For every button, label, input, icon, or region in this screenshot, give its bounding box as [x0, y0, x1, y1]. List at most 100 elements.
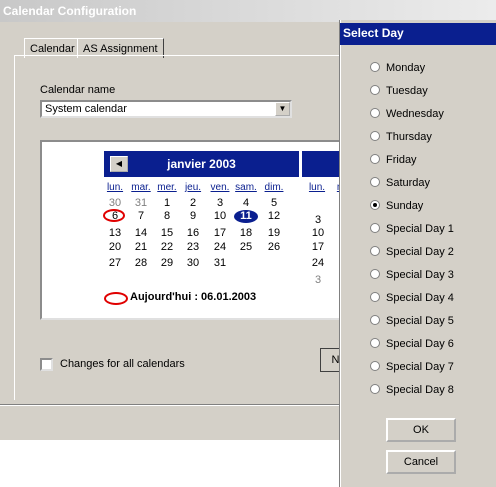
- day-option-label: Special Day 1: [386, 223, 454, 235]
- ok-button[interactable]: OK: [386, 418, 456, 442]
- radio-icon[interactable]: [370, 223, 380, 234]
- calendar-day[interactable]: 24: [306, 257, 330, 270]
- weekday-header: dim.: [264, 182, 284, 193]
- calendar-day[interactable]: 21: [129, 241, 153, 254]
- radio-icon[interactable]: [370, 200, 380, 211]
- radio-icon[interactable]: [370, 361, 380, 372]
- calendar-day[interactable]: 29: [155, 257, 179, 270]
- calendar-day[interactable]: 2: [181, 197, 205, 210]
- calendar-day[interactable]: 3: [306, 214, 330, 227]
- calendar-day[interactable]: 31: [129, 197, 153, 210]
- today-ring-icon: [103, 209, 125, 222]
- calendar-day[interactable]: 26: [262, 241, 286, 254]
- calendar-day[interactable]: 17: [306, 241, 330, 254]
- radio-icon[interactable]: [370, 292, 380, 303]
- calendar-day[interactable]: 3: [208, 197, 232, 210]
- day-option[interactable]: Wednesday: [370, 106, 444, 122]
- calendar-day[interactable]: 8: [155, 210, 179, 223]
- dropdown-arrow-icon[interactable]: ▼: [275, 102, 290, 116]
- calendar-day[interactable]: 17: [208, 227, 232, 240]
- day-option-label: Special Day 3: [386, 269, 454, 281]
- select-day-title: Select Day: [340, 23, 496, 45]
- calendar-day[interactable]: 3: [306, 274, 330, 287]
- day-option-label: Special Day 4: [386, 292, 454, 304]
- calendar-day[interactable]: 22: [155, 241, 179, 254]
- calendar-day[interactable]: 14: [129, 227, 153, 240]
- today-label[interactable]: Aujourd'hui : 06.01.2003: [130, 291, 256, 303]
- calendar-day[interactable]: 20: [103, 241, 127, 254]
- radio-icon[interactable]: [370, 384, 380, 395]
- calendar-day[interactable]: 24: [208, 241, 232, 254]
- day-option[interactable]: Special Day 7: [370, 359, 454, 375]
- calendar-day[interactable]: 28: [129, 257, 153, 270]
- day-option-label: Special Day 7: [386, 361, 454, 373]
- month-header: janvier 2003: [104, 151, 299, 177]
- calendar-day[interactable]: 18: [234, 227, 258, 240]
- radio-icon[interactable]: [370, 131, 380, 142]
- day-option-label: Special Day 8: [386, 384, 454, 396]
- calendar-day[interactable]: 27: [103, 257, 127, 270]
- calendar-day[interactable]: 10: [306, 227, 330, 240]
- day-option-label: Tuesday: [386, 85, 428, 97]
- calendar-name-label: Calendar name: [40, 84, 116, 96]
- day-option-label: Wednesday: [386, 108, 444, 120]
- day-option[interactable]: Tuesday: [370, 83, 428, 99]
- separator: [0, 404, 360, 406]
- day-option[interactable]: Sunday: [370, 198, 423, 214]
- calendar-day[interactable]: 5: [262, 197, 286, 210]
- calendar-day[interactable]: 15: [155, 227, 179, 240]
- day-option-label: Sunday: [386, 200, 424, 212]
- changes-all-calendars-checkbox[interactable]: [40, 358, 53, 371]
- calendar-day[interactable]: 10: [208, 210, 232, 223]
- radio-icon[interactable]: [370, 269, 380, 280]
- radio-icon[interactable]: [370, 315, 380, 326]
- day-option[interactable]: Special Day 1: [370, 221, 454, 237]
- day-option[interactable]: Special Day 4: [370, 290, 454, 306]
- changes-all-calendars-label: Changes for all calendars: [60, 358, 185, 370]
- weekday-header: ven.: [210, 182, 230, 193]
- day-option-label: Special Day 6: [386, 338, 454, 350]
- radio-icon[interactable]: [370, 85, 380, 96]
- calendar-day[interactable]: 13: [103, 227, 127, 240]
- calendar-day[interactable]: 9: [181, 210, 205, 223]
- day-option[interactable]: Special Day 5: [370, 313, 454, 329]
- radio-icon[interactable]: [370, 177, 380, 188]
- weekday-header: mer.: [157, 182, 177, 193]
- day-option-label: Saturday: [386, 177, 431, 189]
- previous-month-icon[interactable]: ◀: [110, 156, 128, 172]
- calendar-day[interactable]: 7: [129, 210, 153, 223]
- calendar-day[interactable]: 12: [262, 210, 286, 223]
- calendar-day[interactable]: 16: [181, 227, 205, 240]
- calendar-day[interactable]: 23: [181, 241, 205, 254]
- calendar-day[interactable]: 19: [262, 227, 286, 240]
- cancel-button[interactable]: Cancel: [386, 450, 456, 474]
- day-option-label: Special Day 2: [386, 246, 454, 258]
- weekday-header: sam.: [235, 182, 257, 193]
- day-option[interactable]: Special Day 6: [370, 336, 454, 352]
- weekday-header: lun.: [106, 182, 124, 193]
- radio-icon[interactable]: [370, 338, 380, 349]
- day-option-label: Friday: [386, 154, 417, 166]
- day-option[interactable]: Monday: [370, 60, 425, 76]
- day-option[interactable]: Special Day 2: [370, 244, 454, 260]
- next-month-header: [302, 151, 342, 177]
- day-option[interactable]: Thursday: [370, 129, 432, 145]
- calendar-day[interactable]: 25: [234, 241, 258, 254]
- calendar-day[interactable]: 4: [234, 197, 258, 210]
- day-option-label: Special Day 5: [386, 315, 454, 327]
- radio-icon[interactable]: [370, 62, 380, 73]
- radio-icon[interactable]: [370, 246, 380, 257]
- calendar-day[interactable]: 31: [208, 257, 232, 270]
- day-option-label: Thursday: [386, 131, 432, 143]
- day-option[interactable]: Saturday: [370, 175, 430, 191]
- day-option[interactable]: Special Day 8: [370, 382, 454, 398]
- radio-icon[interactable]: [370, 154, 380, 165]
- radio-icon[interactable]: [370, 108, 380, 119]
- calendar-day[interactable]: 1: [155, 197, 179, 210]
- calendar-day[interactable]: 30: [181, 257, 205, 270]
- selected-day[interactable]: 11: [234, 210, 258, 223]
- window-title: Calendar Configuration: [0, 0, 496, 22]
- calendar-name-select[interactable]: System calendar ▼: [40, 100, 292, 118]
- day-option[interactable]: Friday: [370, 152, 417, 168]
- day-option[interactable]: Special Day 3: [370, 267, 454, 283]
